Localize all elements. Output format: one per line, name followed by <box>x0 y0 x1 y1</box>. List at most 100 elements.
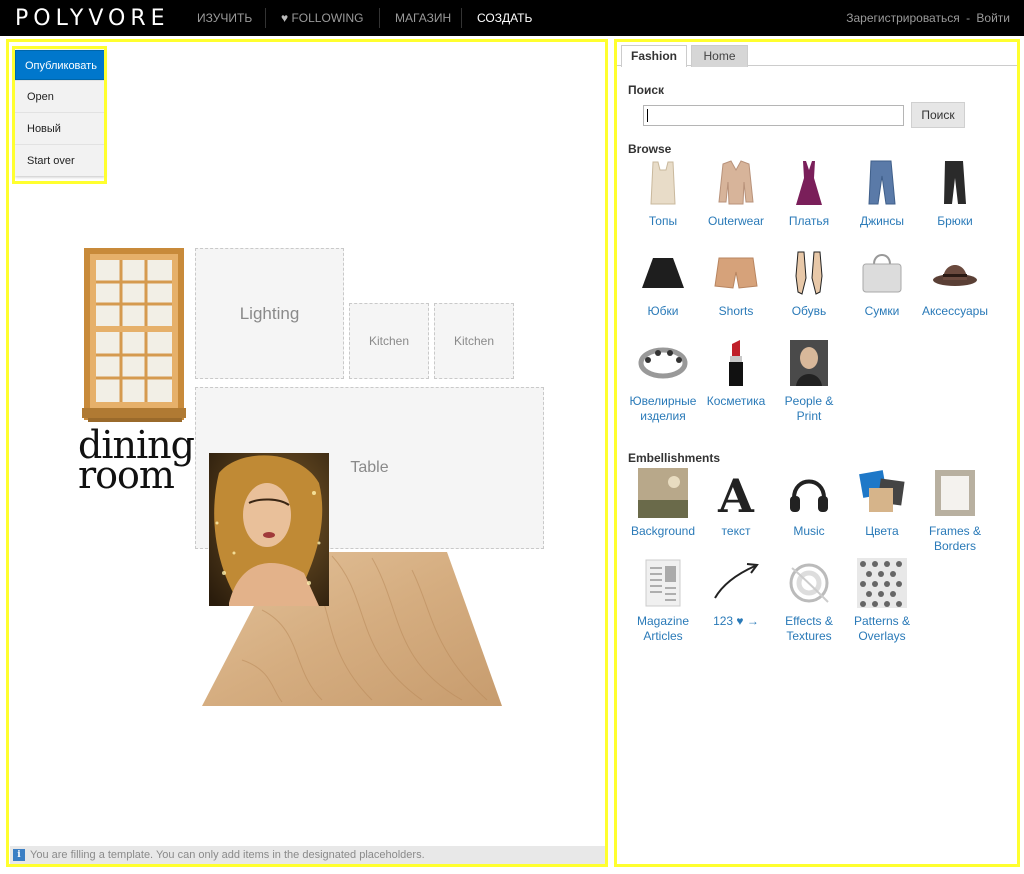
swatches-icon <box>859 470 905 512</box>
embellish-item-effects[interactable]: Effects & Textures <box>772 558 846 644</box>
login-link[interactable]: Войти <box>976 11 1010 25</box>
browse-item-label: Платья <box>788 214 830 228</box>
open-menu-item[interactable]: Open <box>15 80 105 112</box>
browse-item-pants[interactable]: Брюки <box>918 158 992 229</box>
embellish-item-label: Background <box>630 524 696 538</box>
portrait-photo[interactable] <box>209 453 329 606</box>
shorts-icon <box>714 257 758 289</box>
browse-item-label: Юбки <box>647 304 679 318</box>
window-image[interactable] <box>82 246 192 428</box>
search-button[interactable]: Поиск <box>911 102 965 128</box>
embellish-item-label: Magazine Articles <box>636 614 690 643</box>
embellish-item-patterns[interactable]: Patterns & Overlays <box>845 558 919 644</box>
nav-create[interactable]: СОЗДАТЬ <box>477 0 532 36</box>
pants-icon <box>944 161 966 204</box>
bracelet-icon <box>638 347 688 379</box>
browse-item-label: Джинсы <box>859 214 905 228</box>
browse-item-label: Ювелирные изделия <box>629 394 697 423</box>
publish-button[interactable]: Опубликовать <box>15 50 105 80</box>
kitchen-placeholder-2[interactable]: Kitchen <box>434 303 514 379</box>
browse-item-bags[interactable]: Сумки <box>845 248 919 319</box>
jacket-icon <box>718 160 754 205</box>
heart-icon: ♥ <box>281 11 289 25</box>
lighting-placeholder[interactable]: Lighting <box>195 248 344 379</box>
item-browser-panel: Fashion Home Поиск Поиск Browse Топы Out… <box>617 42 1017 864</box>
editor-canvas[interactable]: Опубликовать Open Новый Start over dinin… <box>10 42 606 864</box>
arrow-icon <box>714 563 759 599</box>
template-status-text: You are filling a template. You can only… <box>30 849 425 861</box>
browse-item-shoes[interactable]: Обувь <box>772 248 846 319</box>
embellish-item-colors[interactable]: Цвета <box>845 468 919 539</box>
browse-item-accessories[interactable]: Аксессуары <box>918 248 992 319</box>
browse-item-skirts[interactable]: Юбки <box>626 248 700 319</box>
nav-following[interactable]: ♥ FOLLOWING <box>281 0 363 36</box>
auth-separator: - <box>966 11 971 25</box>
nav-divider <box>461 8 462 28</box>
skirt-icon <box>642 258 684 288</box>
nav-divider <box>379 8 380 28</box>
nav-divider <box>265 8 266 28</box>
info-icon: i <box>13 849 25 861</box>
editor-menu: Опубликовать Open Новый Start over <box>15 50 105 176</box>
embellish-item-frames[interactable]: Frames & Borders <box>918 468 992 554</box>
embellish-item-label: Music <box>793 524 825 538</box>
embellish-item-label: 123 ♥ → <box>713 614 759 628</box>
embellish-item-label: Effects & Textures <box>785 614 833 643</box>
embellish-item-label: Patterns & Overlays <box>853 614 911 643</box>
polyvore-logo[interactable]: POLYVORE <box>15 6 170 31</box>
dining-room-text[interactable]: dining room <box>78 426 198 494</box>
browse-item-label: Обувь <box>791 304 827 318</box>
browse-item-people-print[interactable]: People & Print <box>772 338 846 424</box>
browse-item-label: Косметика <box>706 394 766 408</box>
embellish-item-background[interactable]: Background <box>626 468 700 539</box>
template-status-bar: i You are filling a template. You can on… <box>10 846 606 864</box>
browse-item-tops[interactable]: Топы <box>626 158 700 229</box>
browse-item-label: People & Print <box>784 394 834 423</box>
hat-icon <box>933 265 977 286</box>
auth-links: Зарегистрироваться - Войти <box>846 0 1010 36</box>
magazine-icon <box>645 559 681 607</box>
svg-text:A: A <box>717 469 755 518</box>
embellish-item-text[interactable]: A текст <box>699 468 773 539</box>
effects-icon <box>789 563 829 603</box>
embellish-item-label: Frames & Borders <box>928 524 981 553</box>
browse-item-dresses[interactable]: Платья <box>772 158 846 229</box>
browse-item-jewelry[interactable]: Ювелирные изделия <box>626 338 700 424</box>
browse-item-label: Аксессуары <box>922 304 988 318</box>
letter-icon: A <box>717 469 755 518</box>
browse-item-label: Outerwear <box>707 214 765 228</box>
bag-icon <box>862 254 902 293</box>
landscape-icon <box>638 468 688 518</box>
browse-item-label: Топы <box>648 214 678 228</box>
headphones-icon <box>790 479 828 512</box>
embellish-item-symbols[interactable]: 123 ♥ → <box>699 558 773 629</box>
kitchen-placeholder-1[interactable]: Kitchen <box>349 303 429 379</box>
lipstick-icon <box>729 340 743 386</box>
register-link[interactable]: Зарегистрироваться <box>846 11 959 25</box>
tab-fashion[interactable]: Fashion <box>621 45 687 67</box>
dress-icon <box>796 161 822 205</box>
embellishments-title: Embellishments <box>628 451 721 465</box>
panel-tabs: Fashion Home <box>617 42 1017 67</box>
nav-following-label: FOLLOWING <box>291 11 364 25</box>
tab-home[interactable]: Home <box>691 45 748 67</box>
frame-icon <box>935 470 975 516</box>
browse-item-cosmetics[interactable]: Косметика <box>699 338 773 409</box>
new-menu-item[interactable]: Новый <box>15 112 105 144</box>
browse-item-label: Shorts <box>718 304 754 318</box>
browse-item-outerwear[interactable]: Outerwear <box>699 158 773 229</box>
embellish-item-label: Цвета <box>865 524 899 538</box>
jeans-icon <box>868 160 896 205</box>
browse-item-shorts[interactable]: Shorts <box>699 248 773 319</box>
search-title: Поиск <box>628 83 665 97</box>
embellish-item-music[interactable]: Music <box>772 468 846 539</box>
start-over-menu-item[interactable]: Start over <box>15 144 105 176</box>
top-bar: POLYVORE ИЗУЧИТЬ ♥ FOLLOWING МАГАЗИН СОЗ… <box>0 0 1024 36</box>
browse-item-jeans[interactable]: Джинсы <box>845 158 919 229</box>
pattern-icon <box>857 558 907 608</box>
search-input[interactable] <box>643 105 904 126</box>
nav-shop[interactable]: МАГАЗИН <box>395 0 451 36</box>
browse-title: Browse <box>628 142 672 156</box>
nav-explore[interactable]: ИЗУЧИТЬ <box>197 0 252 36</box>
embellish-item-magazine[interactable]: Magazine Articles <box>626 558 700 644</box>
